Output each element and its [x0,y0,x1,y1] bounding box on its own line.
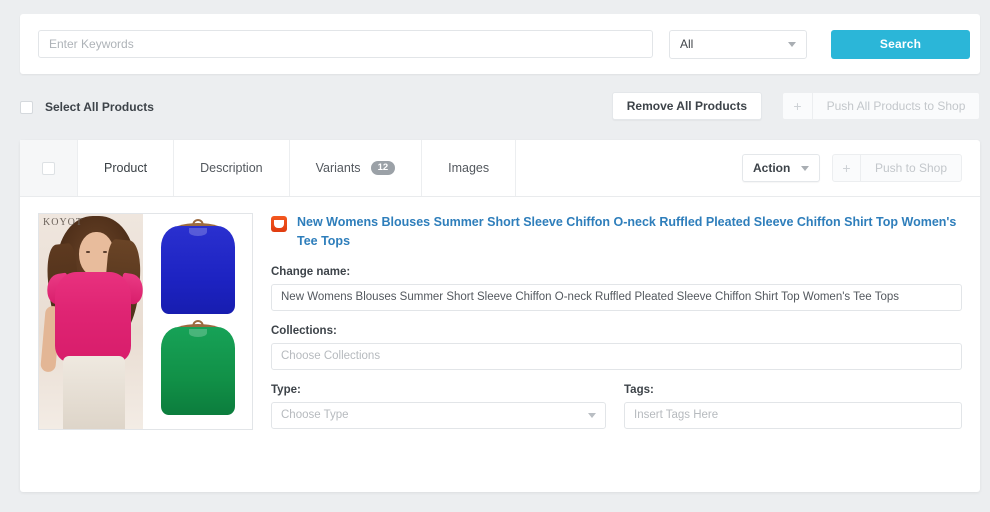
blue-blouse [161,226,235,314]
bulk-action-bar: Select All Products Remove All Products … [20,92,980,122]
remove-all-products-button[interactable]: Remove All Products [611,92,762,120]
product-title-link[interactable]: New Womens Blouses Summer Short Sleeve C… [297,213,962,252]
product-title-row: New Womens Blouses Summer Short Sleeve C… [271,213,962,252]
pink-blouse [55,272,131,362]
type-label: Type: [271,383,301,396]
select-all-label: Select All Products [45,100,154,114]
tags-label: Tags: [624,383,654,396]
card-actions: Action + Push to Shop [742,154,962,182]
chevron-down-icon [788,41,796,47]
image-watermark: KOYOT [43,217,83,228]
tab-product[interactable]: Product [78,140,175,196]
tab-variants-label: Variants [315,161,361,175]
push-all-products-label: Push All Products to Shop [826,99,966,113]
type-field: Type: Choose Type [271,384,606,429]
tags-field: Tags: [624,384,962,429]
select-all-checkbox[interactable] [20,100,33,114]
search-button[interactable]: Search [831,29,970,59]
search-scope-select[interactable]: All [669,29,807,59]
change-name-field: Change name: [271,266,962,311]
tab-images[interactable]: Images [422,140,517,196]
chevron-down-icon [801,165,809,171]
product-form: New Womens Blouses Summer Short Sleeve C… [253,213,962,430]
collections-field: Collections: [271,325,962,370]
plus-icon: + [833,155,861,181]
tab-description-label: Description [200,161,263,175]
action-dropdown-label: Action [753,161,791,175]
tab-variants[interactable]: Variants 12 [289,140,423,196]
green-blouse [161,327,235,415]
type-select[interactable]: Choose Type [271,401,606,429]
product-image-variants-pane [143,214,252,429]
change-name-input[interactable] [271,283,962,311]
tab-description[interactable]: Description [174,140,290,196]
search-scope-wrap: All [669,29,807,59]
variants-count-badge: 12 [370,161,396,175]
search-input[interactable] [38,30,653,58]
push-to-shop-label: Push to Shop [874,161,948,175]
tags-input[interactable] [624,401,962,429]
shopping-bag-icon [271,216,287,232]
type-tags-row: Type: Choose Type Tags: [271,384,962,429]
plus-icon: + [783,93,813,119]
change-name-label: Change name: [271,265,351,278]
action-dropdown[interactable]: Action [742,154,820,182]
chevron-down-icon [588,412,596,418]
product-tabs-row: Product Description Variants 12 Images A… [20,140,980,197]
push-to-shop-button[interactable]: + Push to Shop [832,154,962,182]
search-scope-value: All [680,37,694,51]
product-image-model-pane: KOYOT [39,214,143,429]
tab-images-label: Images [448,161,490,175]
push-all-products-button[interactable]: + Push All Products to Shop [782,92,980,120]
product-card: Product Description Variants 12 Images A… [20,140,980,492]
tab-product-label: Product [104,161,148,175]
model-skirt [63,356,125,429]
green-blouse-collar [189,329,207,337]
product-select-checkbox[interactable] [42,161,55,175]
product-select-cell[interactable] [20,140,78,196]
type-select-placeholder: Choose Type [281,409,349,422]
product-body: KOYOT New Womens Blouses Summer Short Sl… [20,197,980,430]
search-panel: All Search [20,14,980,74]
blue-blouse-collar [189,228,207,236]
collections-input[interactable] [271,342,962,370]
app-page: All Search Select All Products Remove Al… [0,0,990,512]
collections-label: Collections: [271,324,337,337]
product-image[interactable]: KOYOT [38,213,253,430]
select-all-products-toggle[interactable]: Select All Products [20,92,154,122]
